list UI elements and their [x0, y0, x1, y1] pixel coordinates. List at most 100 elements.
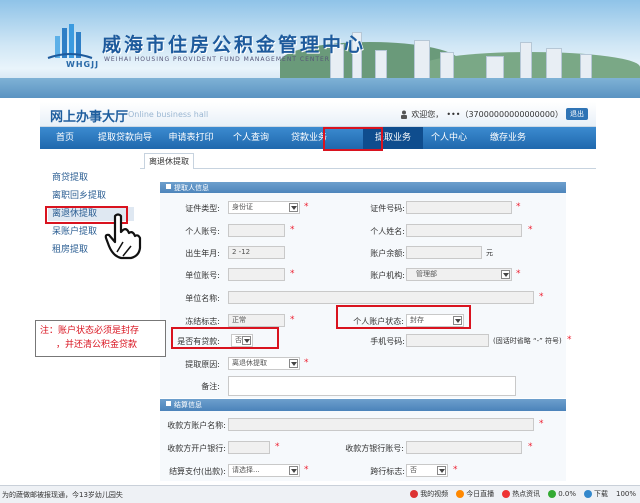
nav-guide[interactable]: 提取贷款向导	[90, 127, 160, 149]
tray-video[interactable]: 我的视频	[410, 489, 448, 499]
personal-account-field[interactable]	[228, 224, 285, 237]
chevron-down-icon	[437, 466, 446, 475]
label-acct-org: 账户机构:	[370, 271, 405, 280]
select-cross-bank[interactable]: 否	[406, 464, 448, 477]
tray-zoom[interactable]: 100%	[616, 489, 636, 499]
label-balance: 账户余额:	[370, 249, 405, 258]
select-id-type[interactable]: 身份证	[228, 201, 300, 214]
select-acct-org[interactable]: 管理部	[406, 268, 512, 281]
chevron-down-icon	[289, 359, 298, 368]
tab-bar: 离退休提取	[140, 151, 596, 169]
hall-title: 网上办事大厅	[50, 110, 129, 125]
nav-deposit[interactable]: 缴存业务	[475, 127, 541, 149]
site-title: 威海市住房公积金管理中心	[102, 34, 367, 56]
label-unit-acct: 单位账号:	[185, 271, 220, 280]
download-icon	[583, 490, 592, 498]
payee-name-field[interactable]	[228, 418, 534, 431]
tray-label: 我的视频	[420, 490, 449, 498]
personal-name-field[interactable]	[406, 224, 522, 237]
welcome-text: 欢迎您，	[411, 109, 444, 119]
highlight-nav-withdraw	[323, 127, 383, 151]
required-mark: *	[304, 202, 309, 212]
tray-label: 0.0%	[558, 490, 576, 498]
label-id-no: 证件号码:	[370, 204, 405, 213]
label-personal-acct: 个人账号:	[185, 227, 220, 236]
id-number-field[interactable]	[406, 201, 512, 214]
required-mark: *	[516, 202, 521, 212]
birth-field[interactable]: 2 -12	[228, 246, 285, 259]
balance-field[interactable]	[406, 246, 482, 259]
required-mark: *	[528, 442, 533, 452]
label-remark: 备注:	[201, 382, 220, 391]
section-title: 结算信息	[174, 401, 202, 409]
pointer-hand-icon	[104, 213, 142, 260]
label-payee-bank: 收款方开户银行:	[167, 444, 226, 453]
section-title: 提取人信息	[174, 184, 209, 192]
tray-download[interactable]: 下载	[583, 489, 608, 499]
mobile-field[interactable]	[406, 334, 489, 347]
tray-news[interactable]: 热点资讯	[502, 489, 540, 499]
freeze-field[interactable]: 正常	[228, 314, 285, 327]
banner-building	[520, 42, 532, 80]
logo-icon	[47, 24, 93, 59]
label-reason: 提取原因:	[185, 360, 220, 369]
required-mark: *	[567, 335, 572, 345]
payee-account-field[interactable]	[406, 441, 522, 454]
annotation-note: 注：账户状态必须是封存 ，并还清公积金贷款	[35, 320, 166, 357]
select-settle-method[interactable]: 请选择...	[228, 464, 300, 477]
status-text: 为的蔬做邮被报现通，今13岁幼儿园失	[2, 491, 123, 499]
user-area: 欢迎您， •••（37000000000000000） 退出	[400, 108, 588, 120]
required-mark: *	[528, 225, 533, 235]
site-en-title: WEIHAI HOUSING PROVIDENT FUND MANAGEMENT…	[104, 56, 330, 63]
nav-print[interactable]: 申请表打印	[160, 127, 222, 149]
unit-account-field[interactable]	[228, 268, 285, 281]
required-mark: *	[516, 269, 521, 279]
section-square-icon	[166, 184, 171, 189]
tray-speed[interactable]: 0.0%	[548, 489, 576, 499]
sidebar-item-resign[interactable]: 离职回乡提取	[48, 189, 134, 203]
required-mark: *	[539, 419, 544, 429]
required-mark: *	[453, 465, 458, 475]
payee-bank-field[interactable]	[228, 441, 270, 454]
nav-home[interactable]: 首页	[40, 127, 90, 149]
section-square-icon	[166, 401, 171, 406]
remark-textarea[interactable]	[228, 376, 516, 396]
select-reason[interactable]: 离退休提取	[228, 357, 300, 370]
main-nav: 首页 提取贷款向导 申请表打印 个人查询 贷款业务 提取业务 个人中心 缴存业务	[40, 127, 596, 149]
select-value: 身份证	[232, 203, 253, 211]
required-mark: *	[290, 315, 295, 325]
select-value: 管理部	[416, 270, 437, 278]
select-value: 否	[410, 466, 417, 474]
label-id-type: 证件类型:	[185, 204, 220, 213]
label-personal-name: 个人姓名:	[370, 227, 405, 236]
nav-query[interactable]: 个人查询	[222, 127, 280, 149]
tray-label: 100%	[615, 490, 636, 498]
sidebar-item-commercial-loan[interactable]: 商贷提取	[48, 171, 134, 185]
required-mark: *	[290, 269, 295, 279]
speed-icon	[548, 490, 557, 498]
balance-unit: 元	[486, 249, 493, 257]
nav-personal[interactable]: 个人中心	[423, 127, 475, 149]
banner-building	[414, 40, 430, 80]
video-icon	[410, 490, 419, 498]
section-header-settlement: 结算信息	[160, 399, 566, 411]
label-birth: 出生年月:	[185, 249, 220, 258]
banner-building	[486, 56, 504, 80]
label-cross-bank: 跨行标志:	[370, 467, 405, 476]
exit-button[interactable]: 退出	[566, 108, 588, 120]
tab-retire-withdraw[interactable]: 离退休提取	[144, 153, 194, 169]
chevron-down-icon	[501, 270, 510, 279]
select-value: 离退休提取	[232, 359, 267, 367]
banner-building	[546, 48, 562, 80]
required-mark: *	[539, 292, 544, 302]
chevron-down-icon	[289, 466, 298, 475]
tray-live[interactable]: 今日直播	[456, 489, 494, 499]
note-line-1: 注：账户状态必须是封存	[40, 326, 140, 336]
tray-label: 热点资讯	[512, 490, 541, 498]
select-value: 请选择...	[232, 466, 260, 474]
unit-name-field[interactable]	[228, 291, 534, 304]
live-icon	[456, 490, 465, 498]
label-settle-method: 结算支付(出款):	[169, 467, 226, 476]
banner-building	[580, 54, 592, 80]
label-freeze: 冻结标志:	[185, 317, 220, 326]
